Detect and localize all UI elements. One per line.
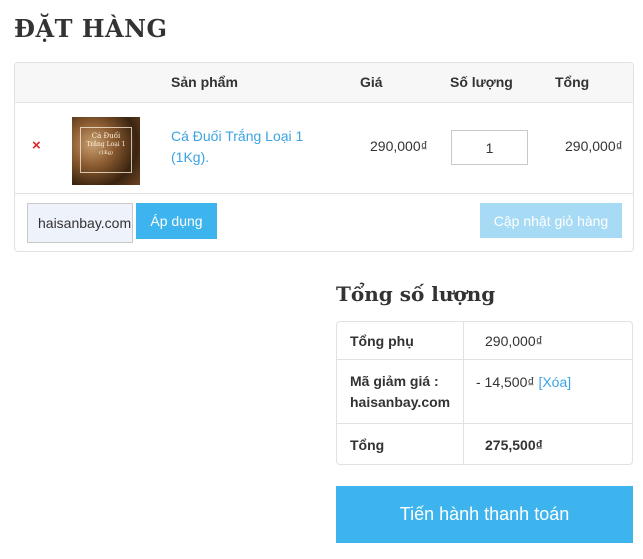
update-cart-button[interactable]: Cập nhật giỏ hàng [480,203,622,238]
subtotal-label-cell: Tổng phụ [337,322,464,359]
item-price: 290,000₫ [370,138,428,154]
order-total-value: 275,500₫ [485,437,543,453]
header-price: Giá [360,74,383,90]
subtotal-row: Tổng phụ 290,000₫ [337,322,632,360]
thumbnail-text-line: (1Kg) [98,150,114,156]
apply-coupon-button[interactable]: Áp dụng [136,203,217,239]
product-thumbnail[interactable]: Cá Đuối Trắng Loại 1 (1Kg) [72,117,140,185]
thumbnail-text-line: Cá Đuối [91,132,121,140]
cart-table: Sản phẩm Giá Số lượng Tổng × Cá Đuối Trắ… [14,62,634,252]
subtotal-label: Tổng phụ [350,333,414,349]
cart-item-row: × Cá Đuối Trắng Loại 1 (1Kg) Cá Đuối Trắ… [15,103,633,194]
coupon-discount: - 14,500₫ [476,374,535,390]
thumbnail-text-line: Trắng Loại 1 [86,141,126,148]
order-total-label: Tổng [350,437,385,453]
remove-coupon-link[interactable]: [Xóa] [538,374,571,390]
coupon-row: Mã giảm giá : haisanbay.com - 14,500₫ [X… [337,360,632,424]
coupon-value-cell: - 14,500₫ [Xóa] [476,374,571,390]
product-name-link[interactable]: Cá Đuối Trắng Loại 1 (1Kg). [171,126,321,168]
header-total: Tổng [555,74,590,90]
order-total-row: Tổng 275,500₫ [337,424,632,464]
remove-item-icon[interactable]: × [32,137,41,154]
coupon-label-cell: Mã giảm giá : haisanbay.com [337,360,464,423]
quantity-input[interactable] [451,130,528,165]
header-product: Sản phẩm [171,74,238,90]
header-quantity: Số lượng [450,74,513,90]
page-title: ĐẶT HÀNG [14,14,168,43]
order-total-label-cell: Tổng [337,424,464,464]
cart-totals-title: Tổng số lượng [336,282,496,306]
proceed-to-checkout-button[interactable]: Tiến hành thanh toán [336,486,633,543]
coupon-label: Mã giảm giá : haisanbay.com [350,373,451,410]
cart-totals-table: Tổng phụ 290,000₫ Mã giảm giá : haisanba… [336,321,633,465]
cart-table-header: Sản phẩm Giá Số lượng Tổng [15,63,633,103]
subtotal-value: 290,000₫ [485,333,543,349]
coupon-input[interactable] [27,203,133,243]
item-line-total: 290,000₫ [565,138,623,154]
